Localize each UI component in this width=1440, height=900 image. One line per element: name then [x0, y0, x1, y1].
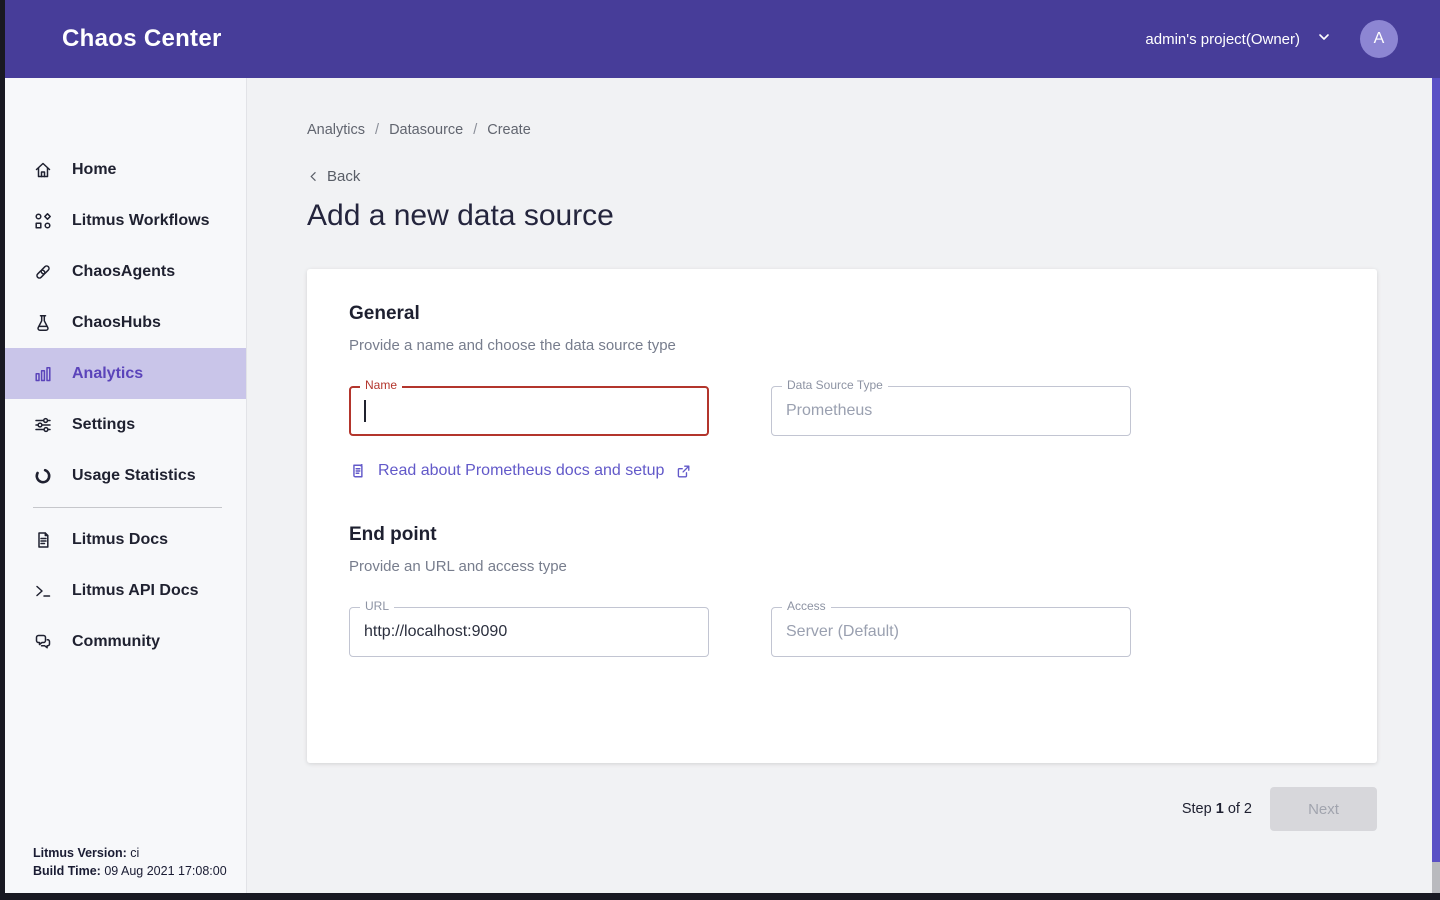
sidebar-item-label: Settings [72, 416, 135, 434]
datasource-form-card: General Provide a name and choose the da… [307, 269, 1377, 763]
vertical-scrollbar-track[interactable] [1432, 78, 1440, 893]
stepper-row: Step 1 of 2 Next [307, 787, 1377, 831]
url-input[interactable] [349, 607, 709, 657]
page-title: Add a new data source [307, 199, 1432, 233]
top-bar-right: admin's project(Owner) A [1145, 20, 1398, 58]
sidebar-item-litmus-api-docs[interactable]: Litmus API Docs [5, 565, 246, 616]
chevron-down-icon [1316, 29, 1332, 49]
sidebar-item-chaoshubs[interactable]: ChaosHubs [5, 297, 246, 348]
sidebar: Home Litmus Workflows ChaosAgents ChaosH… [5, 78, 247, 893]
prometheus-docs-link[interactable]: Read about Prometheus docs and setup [349, 462, 692, 480]
sidebar-item-usage-statistics[interactable]: Usage Statistics [5, 450, 246, 501]
sidebar-item-label: ChaosHubs [72, 314, 161, 332]
workflows-icon [33, 211, 53, 231]
sidebar-item-label: Community [72, 633, 160, 651]
url-field-label: URL [360, 600, 394, 613]
sidebar-item-label: Analytics [72, 365, 143, 383]
project-switcher[interactable]: admin's project(Owner) [1145, 29, 1332, 49]
sidebar-item-settings[interactable]: Settings [5, 399, 246, 450]
sidebar-item-community[interactable]: Community [5, 616, 246, 667]
vertical-scrollbar-thumb[interactable] [1432, 78, 1440, 862]
sidebar-item-home[interactable]: Home [5, 144, 246, 195]
top-bar: Chaos Center admin's project(Owner) A [5, 0, 1440, 78]
data-source-type-field-wrapper: Data Source Type [771, 386, 1131, 436]
sidebar-item-label: Litmus Docs [72, 531, 168, 549]
name-field-label: Name [360, 379, 402, 392]
breadcrumb-datasource[interactable]: Datasource [389, 122, 463, 138]
sidebar-footer: Litmus Version: ci Build Time: 09 Aug 20… [33, 844, 227, 880]
document-icon [349, 462, 367, 480]
endpoint-heading: End point [349, 524, 1335, 546]
usage-donut-icon [33, 466, 53, 486]
external-link-icon [675, 463, 692, 480]
agents-link-icon [33, 262, 53, 282]
version-value: ci [130, 846, 139, 860]
next-button[interactable]: Next [1270, 787, 1377, 831]
home-icon [33, 160, 53, 180]
breadcrumb-create[interactable]: Create [487, 122, 531, 138]
sidebar-item-analytics[interactable]: Analytics [5, 348, 246, 399]
text-caret [364, 400, 366, 422]
chat-bubbles-icon [33, 632, 53, 652]
access-field-wrapper: Access [771, 607, 1131, 657]
endpoint-section: End point Provide an URL and access type… [349, 524, 1335, 657]
app-title: Chaos Center [62, 25, 222, 53]
step-indicator: Step 1 of 2 [1182, 801, 1252, 817]
back-label: Back [327, 168, 360, 185]
step-word: Step [1182, 801, 1212, 817]
main-content: Analytics / Datasource / Create Back Add… [247, 78, 1432, 893]
sidebar-item-chaosagents[interactable]: ChaosAgents [5, 246, 246, 297]
sidebar-item-litmus-docs[interactable]: Litmus Docs [5, 514, 246, 565]
step-of-total: of 2 [1228, 801, 1252, 817]
build-time-value: 09 Aug 2021 17:08:00 [104, 864, 226, 878]
sidebar-item-label: ChaosAgents [72, 263, 175, 281]
breadcrumb: Analytics / Datasource / Create [307, 122, 1432, 138]
url-field-wrapper: URL [349, 607, 709, 657]
access-field-label: Access [782, 600, 831, 613]
build-time-line: Build Time: 09 Aug 2021 17:08:00 [33, 862, 227, 880]
sidebar-divider [33, 507, 222, 508]
breadcrumb-separator: / [375, 122, 379, 138]
avatar-letter: A [1374, 30, 1385, 48]
general-subtitle: Provide a name and choose the data sourc… [349, 337, 1335, 354]
version-line: Litmus Version: ci [33, 844, 227, 862]
terminal-icon [33, 581, 53, 601]
name-field-wrapper: Name [349, 386, 709, 436]
build-time-label: Build Time: [33, 864, 101, 878]
breadcrumb-separator: / [473, 122, 477, 138]
screen-bottom-edge [0, 893, 1440, 900]
sliders-icon [33, 415, 53, 435]
general-heading: General [349, 303, 1335, 325]
project-label: admin's project(Owner) [1145, 31, 1300, 48]
endpoint-fields-row: URL Access [349, 607, 1335, 657]
general-fields-row: Name Data Source Type [349, 386, 1335, 436]
access-input[interactable] [771, 607, 1131, 657]
screen-left-edge [0, 0, 5, 900]
breadcrumb-analytics[interactable]: Analytics [307, 122, 365, 138]
sidebar-item-label: Home [72, 161, 116, 179]
version-label: Litmus Version: [33, 846, 127, 860]
data-source-type-label: Data Source Type [782, 379, 888, 392]
sidebar-item-label: Usage Statistics [72, 467, 196, 485]
sidebar-item-label: Litmus Workflows [72, 212, 210, 230]
docs-link-label: Read about Prometheus docs and setup [378, 462, 664, 480]
flask-icon [33, 313, 53, 333]
document-icon [33, 530, 53, 550]
analytics-icon [33, 364, 53, 384]
back-button[interactable]: Back [307, 168, 360, 185]
endpoint-subtitle: Provide an URL and access type [349, 558, 1335, 575]
step-current: 1 [1216, 801, 1224, 817]
screen: Chaos Center admin's project(Owner) A Ho… [0, 0, 1440, 900]
sidebar-item-label: Litmus API Docs [72, 582, 199, 600]
sidebar-item-litmus-workflows[interactable]: Litmus Workflows [5, 195, 246, 246]
name-input[interactable] [349, 386, 709, 436]
avatar[interactable]: A [1360, 20, 1398, 58]
chevron-left-icon [307, 170, 320, 183]
data-source-type-input[interactable] [771, 386, 1131, 436]
